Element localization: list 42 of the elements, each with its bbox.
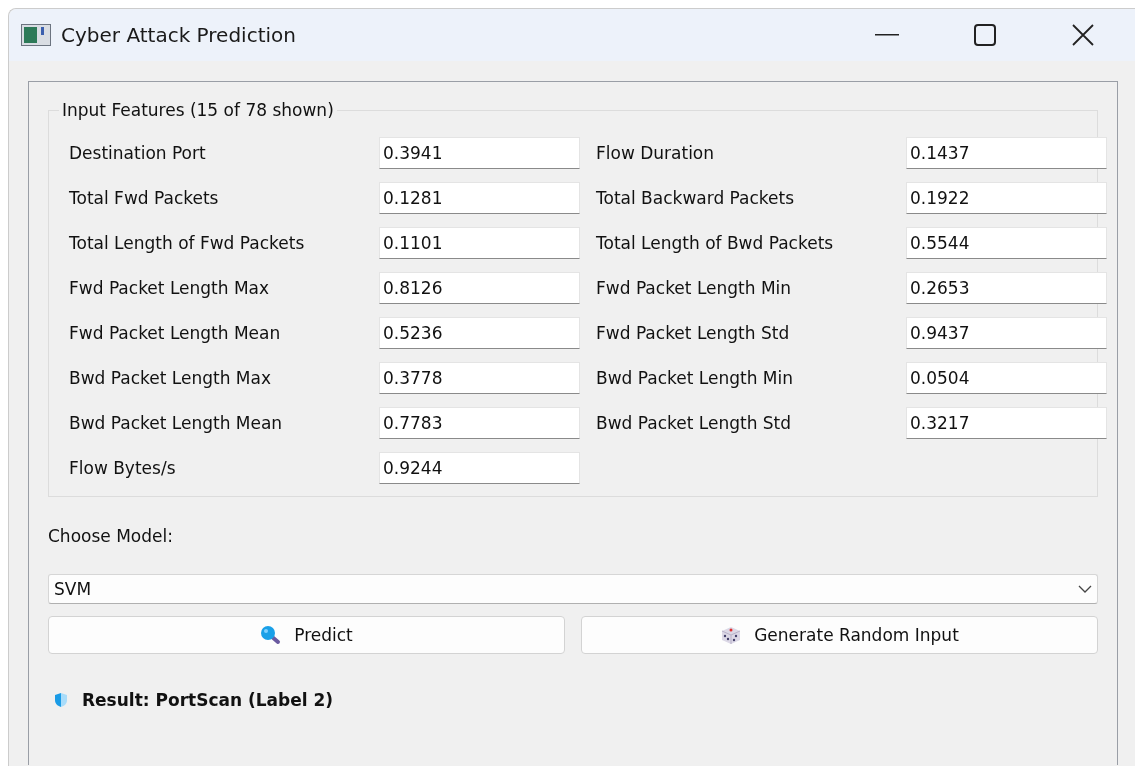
dice-icon: [720, 625, 743, 645]
magnifier-icon: [260, 625, 283, 645]
predict-button[interactable]: Predict: [48, 616, 565, 654]
input-field[interactable]: 0.3217: [906, 407, 1107, 439]
feature-label: Bwd Packet Length Min: [595, 368, 794, 388]
window-title: Cyber Attack Prediction: [61, 23, 297, 47]
feature-label: Total Length of Bwd Packets: [595, 233, 835, 253]
chevron-down-icon: [1078, 585, 1092, 593]
feature-label: Flow Duration: [595, 143, 716, 163]
input-field[interactable]: 0.3778: [379, 362, 580, 394]
input-field[interactable]: 0.3941: [379, 137, 580, 169]
input-field[interactable]: 0.5236: [379, 317, 580, 349]
input-field[interactable]: 0.1922: [906, 182, 1107, 214]
input-field[interactable]: 0.9437: [906, 317, 1107, 349]
input-field[interactable]: 0.1101: [379, 227, 580, 259]
feature-label: Flow Bytes/s: [68, 458, 177, 478]
input-field[interactable]: 0.9244: [379, 452, 580, 484]
feature-label: Destination Port: [68, 143, 207, 163]
shield-icon: [54, 692, 68, 708]
input-field[interactable]: 0.8126: [379, 272, 580, 304]
feature-label: Fwd Packet Length Min: [595, 278, 793, 298]
feature-label: Total Length of Fwd Packets: [68, 233, 306, 253]
feature-label: Total Backward Packets: [595, 188, 796, 208]
generate-button[interactable]: Generate Random Input: [581, 616, 1098, 654]
feature-label: Fwd Packet Length Max: [68, 278, 271, 298]
input-field[interactable]: 0.1437: [906, 137, 1107, 169]
model-label: Choose Model:: [48, 526, 174, 546]
feature-label: Bwd Packet Length Mean: [68, 413, 284, 433]
input-field[interactable]: 0.7783: [379, 407, 580, 439]
feature-label: Bwd Packet Length Max: [68, 368, 272, 388]
feature-label: Total Fwd Packets: [68, 188, 220, 208]
feature-label: Fwd Packet Length Mean: [68, 323, 282, 343]
input-field[interactable]: 0.5544: [906, 227, 1107, 259]
input-field[interactable]: 0.2653: [906, 272, 1107, 304]
feature-label: Bwd Packet Length Std: [595, 413, 793, 433]
input-field[interactable]: 0.1281: [379, 182, 580, 214]
result-text: Result: PortScan (Label 2): [82, 690, 334, 710]
model-dropdown[interactable]: SVM: [48, 574, 1098, 604]
input-field[interactable]: 0.0504: [906, 362, 1107, 394]
group-title: Input Features (15 of 78 shown): [59, 100, 337, 120]
app-icon: [21, 24, 51, 46]
feature-label: Fwd Packet Length Std: [595, 323, 791, 343]
